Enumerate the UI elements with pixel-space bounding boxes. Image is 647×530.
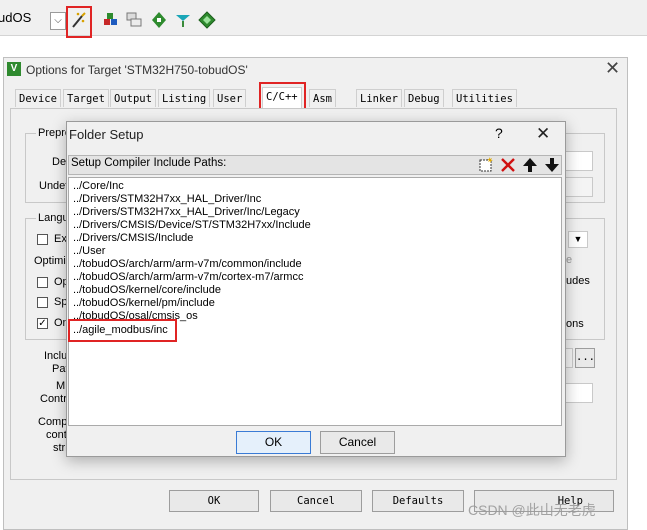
keil-logo-icon: V bbox=[7, 62, 21, 76]
folder-setup-title: Folder Setup bbox=[69, 127, 144, 142]
device-database-icon[interactable] bbox=[198, 11, 216, 29]
controls-label: Contr bbox=[40, 393, 67, 405]
define-field[interactable] bbox=[565, 151, 593, 171]
control-label: cont bbox=[46, 429, 67, 441]
misc-label: M bbox=[56, 380, 66, 392]
move-down-icon[interactable] bbox=[542, 156, 562, 174]
move-up-icon[interactable] bbox=[520, 156, 540, 174]
options-icon-highlight bbox=[66, 6, 92, 38]
manage-run-time-environment-icon[interactable] bbox=[150, 11, 168, 29]
list-item[interactable]: ../Drivers/STM32H7xx_HAL_Driver/Inc bbox=[73, 193, 261, 206]
tab-cc-highlight bbox=[259, 82, 306, 111]
include-paths-header-label: Setup Compiler Include Paths: bbox=[71, 157, 227, 169]
udes-label: udes bbox=[566, 275, 590, 287]
list-item[interactable]: ../Core/Inc bbox=[73, 180, 124, 193]
manage-project-items-icon[interactable] bbox=[102, 11, 120, 29]
on-checkbox[interactable]: ✓ bbox=[37, 318, 48, 329]
folder-setup-close-icon[interactable]: ✕ bbox=[536, 124, 550, 144]
include-label: Inclu bbox=[44, 350, 68, 362]
folder-setup-ok-button[interactable]: OK bbox=[236, 431, 311, 454]
ok-button[interactable]: OK bbox=[169, 490, 259, 512]
watermark: CSDN @此山无老虎 bbox=[468, 502, 596, 518]
target-dropdown-button[interactable]: ⌵ bbox=[50, 12, 66, 30]
undefine-label: Undef bbox=[39, 180, 69, 192]
optimization-dropdown[interactable]: ▼ bbox=[568, 231, 588, 248]
close-icon[interactable]: ✕ bbox=[605, 58, 620, 79]
undefine-field[interactable] bbox=[565, 177, 593, 197]
main-toolbar bbox=[0, 0, 647, 36]
tab-asm[interactable]: Asm bbox=[309, 89, 336, 107]
tab-debug[interactable]: Debug bbox=[404, 89, 444, 107]
e-label: e bbox=[566, 254, 573, 266]
sp-checkbox[interactable] bbox=[37, 297, 48, 308]
tab-output[interactable]: Output bbox=[110, 89, 156, 107]
select-packs-icon[interactable] bbox=[125, 11, 143, 29]
include-paths-browse-button[interactable]: ... bbox=[575, 348, 595, 368]
tab-user[interactable]: User bbox=[213, 89, 247, 107]
ex-label: Ex bbox=[54, 233, 67, 245]
tab-target[interactable]: Target bbox=[63, 89, 109, 107]
list-item[interactable]: ../tobudOS/arch/arm/arm-v7m/common/inclu… bbox=[73, 258, 302, 271]
pack-installer-icon[interactable] bbox=[174, 11, 192, 29]
tab-linker[interactable]: Linker bbox=[356, 89, 402, 107]
compiler-label: Comp bbox=[38, 416, 68, 428]
target-select-text[interactable]: udOS bbox=[0, 10, 31, 25]
list-item[interactable]: ../Drivers/STM32H7xx_HAL_Driver/Inc/Lega… bbox=[73, 206, 300, 219]
tab-device[interactable]: Device bbox=[15, 89, 61, 107]
tab-listing[interactable]: Listing bbox=[158, 89, 211, 107]
list-item[interactable]: ../tobudOS/arch/arm/arm-v7m/cortex-m7/ar… bbox=[73, 271, 303, 284]
misc-controls-field[interactable] bbox=[565, 383, 593, 403]
cancel-button[interactable]: Cancel bbox=[270, 490, 362, 512]
list-item[interactable]: ../tobudOS/kernel/core/include bbox=[73, 284, 221, 297]
path-highlight bbox=[68, 319, 177, 342]
options-dialog-title: Options for Target 'STM32H750-tobudOS' bbox=[26, 63, 248, 77]
folder-setup-cancel-button[interactable]: Cancel bbox=[320, 431, 395, 454]
new-folder-icon[interactable] bbox=[476, 156, 496, 174]
defaults-button[interactable]: Defaults bbox=[372, 490, 464, 512]
ons-label: ons bbox=[566, 318, 584, 330]
ex-checkbox[interactable] bbox=[37, 234, 48, 245]
help-icon[interactable]: ? bbox=[495, 125, 503, 141]
list-item[interactable]: ../tobudOS/kernel/pm/include bbox=[73, 297, 215, 310]
delete-icon[interactable] bbox=[498, 156, 518, 174]
list-item[interactable]: ../Drivers/CMSIS/Device/ST/STM32H7xx/Inc… bbox=[73, 219, 311, 232]
tab-utilities[interactable]: Utilities bbox=[452, 89, 517, 107]
op-checkbox[interactable] bbox=[37, 277, 48, 288]
list-item[interactable]: ../Drivers/CMSIS/Include bbox=[73, 232, 193, 245]
list-item[interactable]: ../User bbox=[73, 245, 105, 258]
